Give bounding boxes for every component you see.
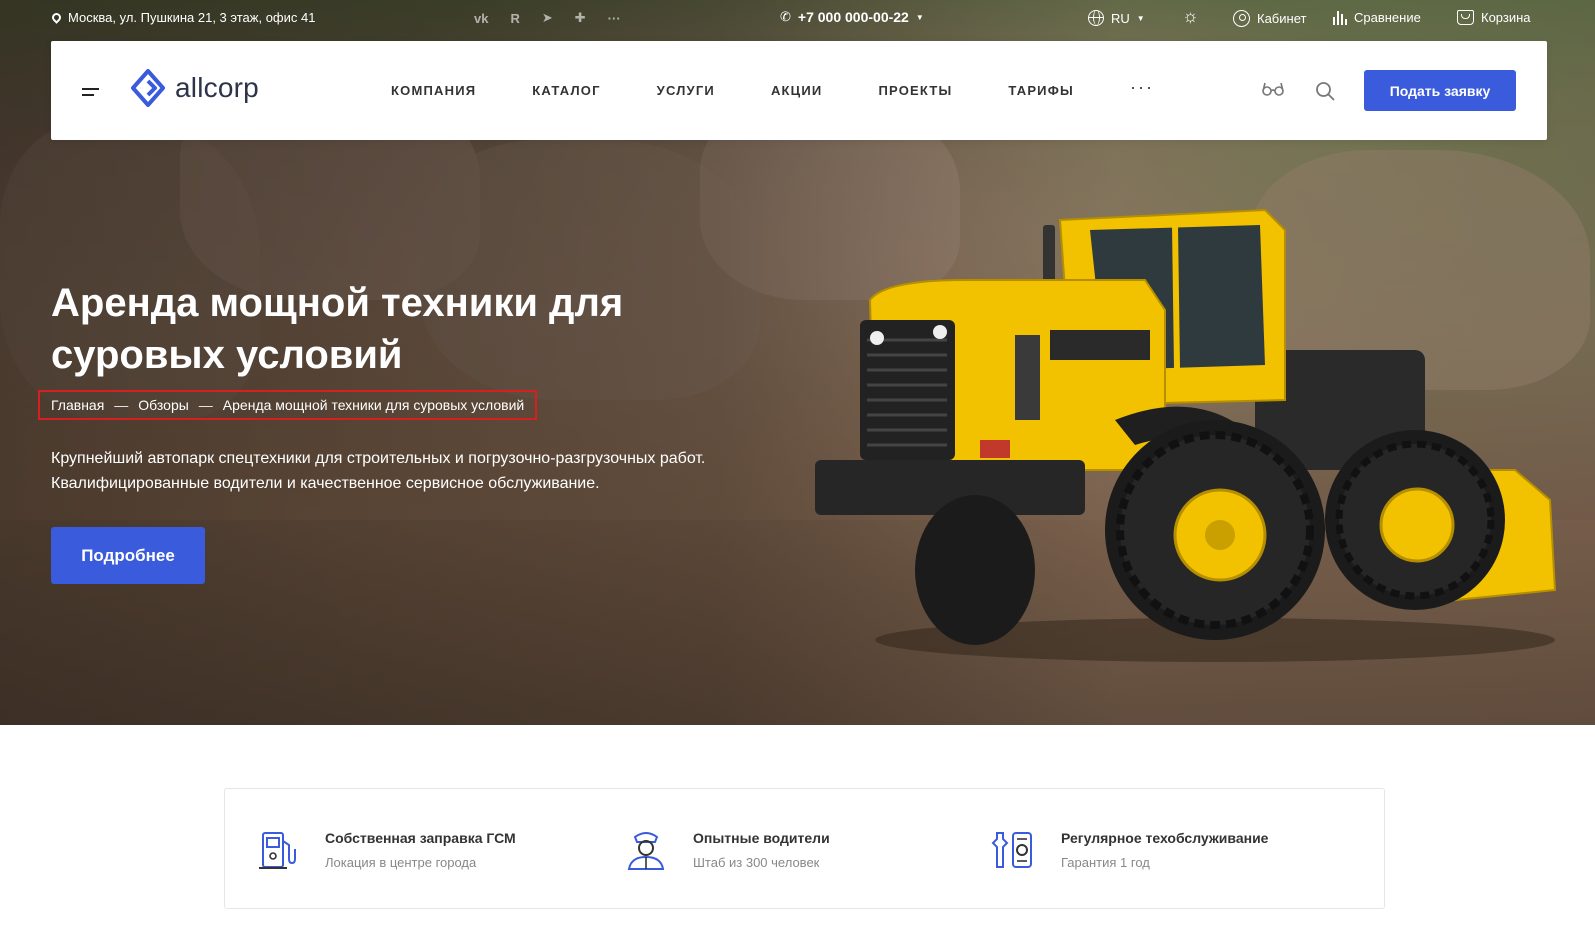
feature-title: Регулярное техобслуживание <box>1061 829 1269 846</box>
theme-toggle[interactable]: ☼ <box>1182 7 1199 25</box>
address-text: Москва, ул. Пушкина 21, 3 этаж, офис 41 <box>68 10 316 25</box>
feature-title: Опытные водители <box>693 829 830 846</box>
feature-title: Собственная заправка ГСМ <box>325 829 516 846</box>
nav-item-promotions[interactable]: АКЦИИ <box>771 83 823 98</box>
nav-more-icon[interactable]: ··· <box>1130 77 1154 98</box>
breadcrumb-separator: — <box>114 397 129 413</box>
phone-number: +7 000 000-00-22 <box>797 9 909 25</box>
accessibility-glasses-icon[interactable] <box>1262 81 1284 97</box>
nav-item-tariffs[interactable]: ТАРИФЫ <box>1008 83 1074 98</box>
telegram-icon[interactable]: ➤ <box>542 10 553 26</box>
hero-description: Крупнейший автопарк спецтехники для стро… <box>51 450 706 492</box>
cart-label: Корзина <box>1481 10 1531 25</box>
cart-link[interactable]: Корзина <box>1457 10 1531 25</box>
wheel-loader-image <box>815 208 1557 662</box>
search-icon[interactable] <box>1315 81 1335 101</box>
logo-text: allcorp <box>175 72 259 103</box>
burger-menu-icon[interactable] <box>82 88 99 96</box>
submit-request-button[interactable]: Подать заявку <box>1364 70 1516 111</box>
tools-icon <box>991 831 1032 868</box>
chevron-down-icon: ▼ <box>1136 13 1145 23</box>
more-details-button[interactable]: Подробнее <box>51 527 205 584</box>
compare-icon <box>1333 10 1347 25</box>
social-links: vk R ➤ ✚ ··· <box>474 10 621 26</box>
breadcrumb-item-reviews[interactable]: Обзоры <box>138 397 189 413</box>
page-title: Аренда мощной техники для суровых услови… <box>51 281 624 377</box>
cabinet-label: Кабинет <box>1257 11 1307 26</box>
driver-icon <box>627 831 665 870</box>
ok-icon[interactable]: ✚ <box>575 10 586 26</box>
breadcrumb: Главная — Обзоры — Аренда мощной техники… <box>38 390 538 420</box>
feature-item: Опытные водители Штаб из 300 человек <box>623 789 830 910</box>
cart-icon <box>1457 10 1474 25</box>
cabinet-link[interactable]: Кабинет <box>1233 10 1306 27</box>
user-icon <box>1233 10 1250 27</box>
rutube-icon[interactable]: R <box>510 11 519 26</box>
phone-dropdown[interactable]: ✆ +7 000 000-00-22 ▼ <box>780 9 924 25</box>
feature-subtitle: Гарантия 1 год <box>1061 854 1150 870</box>
feature-subtitle: Локация в центре города <box>325 854 477 870</box>
breadcrumb-item-current: Аренда мощной техники для суровых услови… <box>222 397 525 413</box>
nav-item-projects[interactable]: ПРОЕКТЫ <box>878 83 952 98</box>
main-nav: КОМПАНИЯ КАТАЛОГ УСЛУГИ АКЦИИ ПРОЕКТЫ ТА… <box>391 41 1154 140</box>
more-socials-icon[interactable]: ··· <box>608 11 621 26</box>
nav-item-company[interactable]: КОМПАНИЯ <box>391 83 476 98</box>
nav-item-catalog[interactable]: КАТАЛОГ <box>532 83 600 98</box>
feature-subtitle: Штаб из 300 человек <box>693 854 820 870</box>
logo[interactable]: allcorp <box>131 69 259 107</box>
top-bar: Москва, ул. Пушкина 21, 3 этаж, офис 41 … <box>0 0 1595 38</box>
main-header: allcorp КОМПАНИЯ КАТАЛОГ УСЛУГИ АКЦИИ ПР… <box>51 41 1547 140</box>
address: Москва, ул. Пушкина 21, 3 этаж, офис 41 <box>50 10 316 25</box>
language-selector[interactable]: RU ▼ <box>1088 10 1145 26</box>
fuel-station-icon <box>259 831 296 869</box>
language-label: RU <box>1111 10 1130 26</box>
globe-icon <box>1088 10 1104 26</box>
chevron-down-icon: ▼ <box>915 12 924 22</box>
features-panel: Собственная заправка ГСМ Локация в центр… <box>224 788 1385 909</box>
vk-icon[interactable]: vk <box>474 11 488 26</box>
sun-icon: ☼ <box>1182 6 1199 26</box>
phone-icon: ✆ <box>780 9 791 24</box>
feature-item: Регулярное техобслуживание Гарантия 1 го… <box>991 789 1268 910</box>
feature-item: Собственная заправка ГСМ Локация в центр… <box>255 789 516 910</box>
breadcrumb-item-home[interactable]: Главная <box>51 397 104 413</box>
compare-label: Сравнение <box>1354 10 1421 25</box>
nav-item-services[interactable]: УСЛУГИ <box>657 83 715 98</box>
breadcrumb-separator: — <box>198 397 213 413</box>
compare-link[interactable]: Сравнение <box>1333 10 1421 25</box>
location-pin-icon <box>50 11 63 24</box>
logo-icon <box>131 69 165 107</box>
